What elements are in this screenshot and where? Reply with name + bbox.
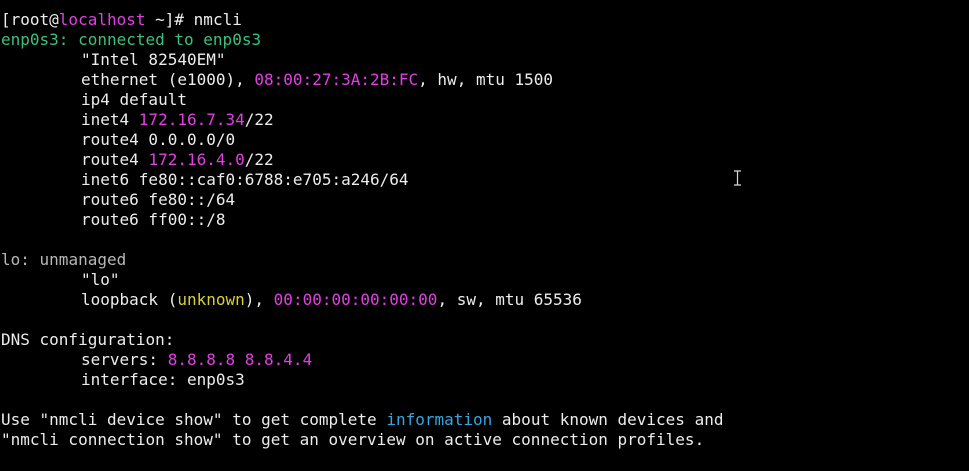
lo-name: lo: — [1, 250, 30, 269]
enp0s3-route6-multicast: route6 ff00::/8 — [81, 210, 226, 229]
route4-addr: 172.16.4.0 — [148, 150, 245, 169]
enp0s3-header: enp0s3: connected to enp0s3 — [1, 30, 262, 49]
route4-mask: /22 — [244, 150, 274, 169]
prompt-prefix: [root@ — [1, 10, 59, 29]
enp0s3-model: "Intel 82540EM" — [81, 50, 226, 69]
inet4-addr: 172.16.7.34 — [138, 110, 245, 129]
prompt-line: [root@localhost ~]# nmcli — [0, 10, 969, 30]
enp0s3-mac: 08:00:27:3A:2B:FC — [254, 70, 419, 89]
prompt-command: nmcli — [193, 10, 242, 29]
lo-header: lo: unmanaged — [0, 250, 969, 270]
enp0s3-ethernet: ethernet (e1000), 08:00:27:3A:2B:FC, hw,… — [0, 70, 969, 90]
terminal-window[interactable]: [root@localhost ~]# nmcli enp0s3: connec… — [0, 0, 969, 471]
help-line-1: Use "nmcli device show" to get complete … — [0, 410, 969, 430]
dns-servers-values: 8.8.8.8 8.8.4.4 — [167, 350, 313, 369]
help-line-1-post: about known devices and — [492, 410, 724, 429]
enp0s3-route6-link: route6 fe80::/64 — [81, 190, 236, 209]
inet4-label: inet4 — [81, 110, 139, 129]
enp0s3-route4-net: route4 172.16.4.0/22 — [0, 150, 969, 170]
enp0s3-ip4-default: ip4 default — [81, 90, 187, 109]
help-information-word: information — [386, 410, 493, 429]
dns-interface: interface: enp0s3 — [81, 370, 245, 389]
route4-label: route4 — [81, 150, 149, 169]
dns-header: DNS configuration: — [1, 330, 175, 349]
help-line-2: "nmcli connection show" to get an overvi… — [1, 430, 705, 449]
enp0s3-inet4: inet4 172.16.7.34/22 — [0, 110, 969, 130]
loopback-prefix: loopback ( — [81, 290, 178, 309]
prompt-host: localhost — [58, 10, 146, 29]
lo-mac: 00:00:00:00:00:00 — [273, 290, 438, 309]
loopback-mid: ), — [244, 290, 274, 309]
loopback-suffix: , sw, mtu 65536 — [437, 290, 582, 309]
dns-servers-label: servers: — [81, 350, 168, 369]
text-ibeam-cursor-icon — [734, 170, 741, 186]
loopback-unknown: unknown — [177, 290, 245, 309]
dns-servers: servers: 8.8.8.8 8.8.4.4 — [0, 350, 969, 370]
lo-loopback: loopback (unknown), 00:00:00:00:00:00, s… — [0, 290, 969, 310]
help-line-1-pre: Use "nmcli device show" to get complete — [1, 410, 387, 429]
enp0s3-route4-default: route4 0.0.0.0/0 — [81, 130, 236, 149]
lo-state: unmanaged — [29, 250, 127, 269]
prompt-suffix: ~]# — [145, 10, 194, 29]
enp0s3-inet6: inet6 fe80::caf0:6788:e705:a246/64 — [81, 170, 409, 189]
lo-alias: "lo" — [81, 270, 120, 289]
inet4-mask: /22 — [244, 110, 274, 129]
ethernet-suffix: , hw, mtu 1500 — [418, 70, 554, 89]
ethernet-prefix: ethernet (e1000), — [81, 70, 255, 89]
